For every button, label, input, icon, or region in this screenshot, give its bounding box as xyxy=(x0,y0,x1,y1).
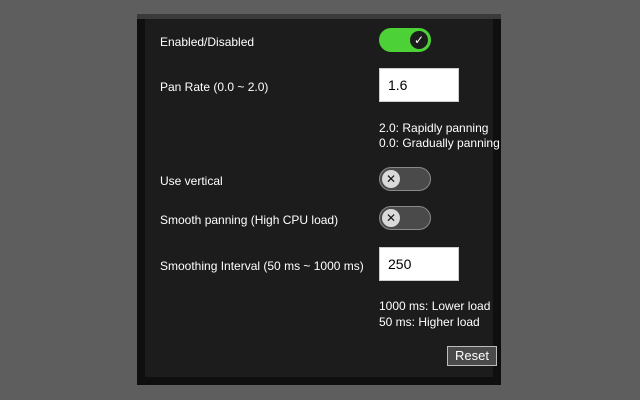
smoothing-interval-hint-high-load: 50 ms: Higher load xyxy=(379,315,480,329)
enabled-toggle[interactable]: ✓ xyxy=(379,28,431,52)
smooth-panning-toggle[interactable]: ✕ xyxy=(379,206,431,230)
pan-rate-hint-high: 2.0: Rapidly panning xyxy=(379,121,489,135)
settings-panel: Enabled/Disabled ✓ Pan Rate (0.0 ~ 2.0) … xyxy=(137,14,501,385)
reset-button[interactable]: Reset xyxy=(447,346,497,366)
smoothing-interval-hint-low-load: 1000 ms: Lower load xyxy=(379,299,491,313)
use-vertical-toggle[interactable]: ✕ xyxy=(379,167,431,191)
smoothing-interval-input[interactable] xyxy=(379,247,459,281)
enabled-label: Enabled/Disabled xyxy=(160,35,255,49)
settings-content: Enabled/Disabled ✓ Pan Rate (0.0 ~ 2.0) … xyxy=(145,19,500,377)
check-icon: ✓ xyxy=(410,31,428,49)
pan-rate-hint-low: 0.0: Gradually panning xyxy=(379,136,500,150)
smooth-panning-label: Smooth panning (High CPU load) xyxy=(160,213,339,227)
pan-rate-label: Pan Rate (0.0 ~ 2.0) xyxy=(160,80,269,94)
pan-rate-input[interactable] xyxy=(379,68,459,102)
close-icon: ✕ xyxy=(382,170,400,188)
smoothing-interval-label: Smoothing Interval (50 ms ~ 1000 ms) xyxy=(160,259,364,273)
close-icon: ✕ xyxy=(382,209,400,227)
use-vertical-label: Use vertical xyxy=(160,174,223,188)
